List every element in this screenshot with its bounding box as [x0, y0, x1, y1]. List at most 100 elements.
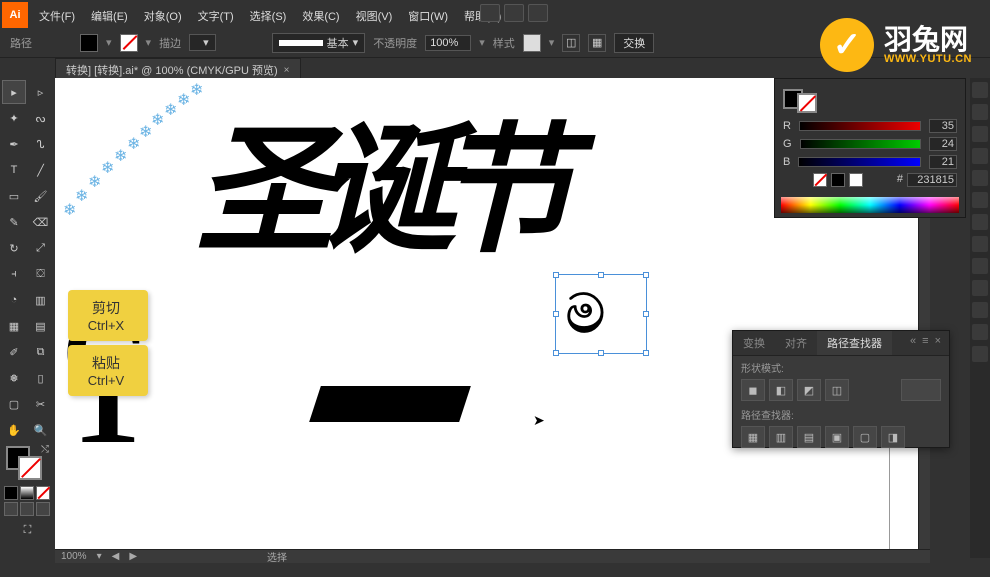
shaper-tool[interactable]: ✎ — [2, 210, 26, 234]
bbox-handle-ml[interactable] — [553, 311, 559, 317]
panel-menu-icon[interactable]: ≡ — [922, 335, 928, 351]
color-mode-solid[interactable] — [4, 486, 18, 500]
draw-mode-inside[interactable] — [36, 502, 50, 516]
zoom-dropdown-icon[interactable]: ▾ — [97, 551, 102, 562]
pf-divide[interactable]: ▦ — [741, 426, 765, 448]
panel-icon-color[interactable] — [972, 82, 988, 98]
swap-button[interactable]: 交换 — [614, 33, 654, 53]
stock-icon[interactable] — [504, 4, 524, 22]
bbox-handle-tr[interactable] — [643, 272, 649, 278]
magic-wand-tool[interactable]: ✦ — [2, 106, 26, 130]
none-color-swatch[interactable] — [813, 173, 827, 187]
pf-outline[interactable]: ▢ — [853, 426, 877, 448]
menu-effect[interactable]: 效果(C) — [295, 5, 346, 27]
screen-mode-button[interactable]: ⛶ — [2, 518, 53, 542]
panel-icon-artboards[interactable] — [972, 324, 988, 340]
opacity-dropdown-icon[interactable]: ▾ — [479, 36, 485, 49]
hex-value[interactable]: 231815 — [907, 173, 957, 187]
artboard-nav-next[interactable]: ▶ — [129, 551, 137, 562]
shape-builder-tool[interactable]: ◔ — [2, 288, 26, 312]
arrange-icon[interactable] — [528, 4, 548, 22]
zoom-level[interactable]: 100% — [61, 551, 87, 562]
panel-icon-appearance[interactable] — [972, 236, 988, 252]
panel-icon-symbols[interactable] — [972, 148, 988, 164]
color-mode-none[interactable] — [36, 486, 50, 500]
pf-exclude[interactable]: ◫ — [825, 379, 849, 401]
gradient-tool[interactable]: ▤ — [29, 314, 53, 338]
type-tool[interactable]: T — [2, 158, 26, 182]
brush-dropdown[interactable]: 基本▾ — [272, 33, 366, 53]
panel-icon-swatches[interactable] — [972, 104, 988, 120]
pf-minus-front[interactable]: ◧ — [769, 379, 793, 401]
paintbrush-tool[interactable]: 🖌 — [29, 184, 53, 208]
menu-type[interactable]: 文字(T) — [191, 5, 241, 27]
transform-icon[interactable]: ▦ — [588, 34, 606, 52]
eraser-tool[interactable]: ⌫ — [29, 210, 53, 234]
pen-tool[interactable]: ✒ — [2, 132, 26, 156]
pf-trim[interactable]: ▥ — [769, 426, 793, 448]
panel-icon-graphic-styles[interactable] — [972, 258, 988, 274]
bbox-handle-tl[interactable] — [553, 272, 559, 278]
panel-close-icon[interactable]: × — [935, 335, 941, 351]
tab-close-icon[interactable]: × — [284, 65, 290, 76]
artboard-nav-prev[interactable]: ◀ — [112, 551, 120, 562]
panel-icon-layers[interactable] — [972, 280, 988, 296]
free-transform-tool[interactable]: ⛋ — [29, 262, 53, 286]
slice-tool[interactable]: ✂ — [29, 392, 53, 416]
b-value[interactable]: 21 — [929, 155, 957, 169]
menu-view[interactable]: 视图(V) — [349, 5, 400, 27]
black-color-swatch[interactable] — [831, 173, 845, 187]
selected-object-bbox[interactable]: ම — [555, 274, 647, 354]
artboard-tool[interactable]: ▢ — [2, 392, 26, 416]
menu-edit[interactable]: 编辑(E) — [84, 5, 135, 27]
background-swatch[interactable] — [18, 456, 42, 480]
panel-collapse-icon[interactable]: « — [910, 335, 916, 351]
pf-minus-back[interactable]: ◨ — [881, 426, 905, 448]
rotate-tool[interactable]: ↻ — [2, 236, 26, 260]
tab-align[interactable]: 对齐 — [775, 331, 817, 355]
pf-expand-button[interactable] — [901, 379, 941, 401]
graph-tool[interactable]: ▯ — [29, 366, 53, 390]
bbox-handle-mr[interactable] — [643, 311, 649, 317]
stroke-dropdown-icon[interactable]: ▾ — [146, 36, 152, 49]
symbol-sprayer-tool[interactable]: ❅ — [2, 366, 26, 390]
pf-merge[interactable]: ▤ — [797, 426, 821, 448]
stroke-swatch[interactable] — [120, 34, 138, 52]
perspective-tool[interactable]: ▥ — [29, 288, 53, 312]
g-slider[interactable] — [800, 139, 921, 149]
stroke-weight-input[interactable]: ▾ — [189, 34, 216, 51]
width-tool[interactable]: ⫞ — [2, 262, 26, 286]
pf-crop[interactable]: ▣ — [825, 426, 849, 448]
menu-window[interactable]: 窗口(W) — [401, 5, 455, 27]
fill-stroke-picker[interactable]: ⤭ — [2, 444, 53, 484]
panel-icon-asset-export[interactable] — [972, 302, 988, 318]
tab-pathfinder[interactable]: 路径查找器 — [817, 331, 892, 355]
hand-tool[interactable]: ✋ — [2, 418, 26, 442]
opacity-value[interactable]: 100% — [425, 35, 471, 51]
color-mode-gradient[interactable] — [20, 486, 34, 500]
align-icon[interactable]: ◫ — [562, 34, 580, 52]
color-spectrum[interactable] — [781, 197, 959, 213]
mesh-tool[interactable]: ▦ — [2, 314, 26, 338]
style-swatch[interactable] — [523, 34, 541, 52]
bbox-handle-bm[interactable] — [598, 350, 604, 356]
g-value[interactable]: 24 — [929, 137, 957, 151]
b-slider[interactable] — [798, 157, 921, 167]
draw-mode-behind[interactable] — [20, 502, 34, 516]
bridge-icon[interactable] — [480, 4, 500, 22]
lasso-tool[interactable]: ᔓ — [29, 106, 53, 130]
style-dropdown-icon[interactable]: ▾ — [549, 36, 555, 49]
zoom-tool[interactable]: 🔍 — [29, 418, 53, 442]
tab-transform[interactable]: 变换 — [733, 331, 775, 355]
menu-object[interactable]: 对象(O) — [137, 5, 189, 27]
line-tool[interactable]: ╱ — [29, 158, 53, 182]
rectangle-tool[interactable]: ▭ — [2, 184, 26, 208]
white-color-swatch[interactable] — [849, 173, 863, 187]
r-slider[interactable] — [799, 121, 921, 131]
direct-selection-tool[interactable]: ▹ — [29, 80, 53, 104]
bbox-handle-tm[interactable] — [598, 272, 604, 278]
panel-icon-gradient[interactable] — [972, 192, 988, 208]
panel-icon-transparency[interactable] — [972, 214, 988, 230]
panel-stroke-swatch[interactable] — [797, 93, 817, 113]
panel-fill-stroke[interactable] — [783, 85, 957, 113]
